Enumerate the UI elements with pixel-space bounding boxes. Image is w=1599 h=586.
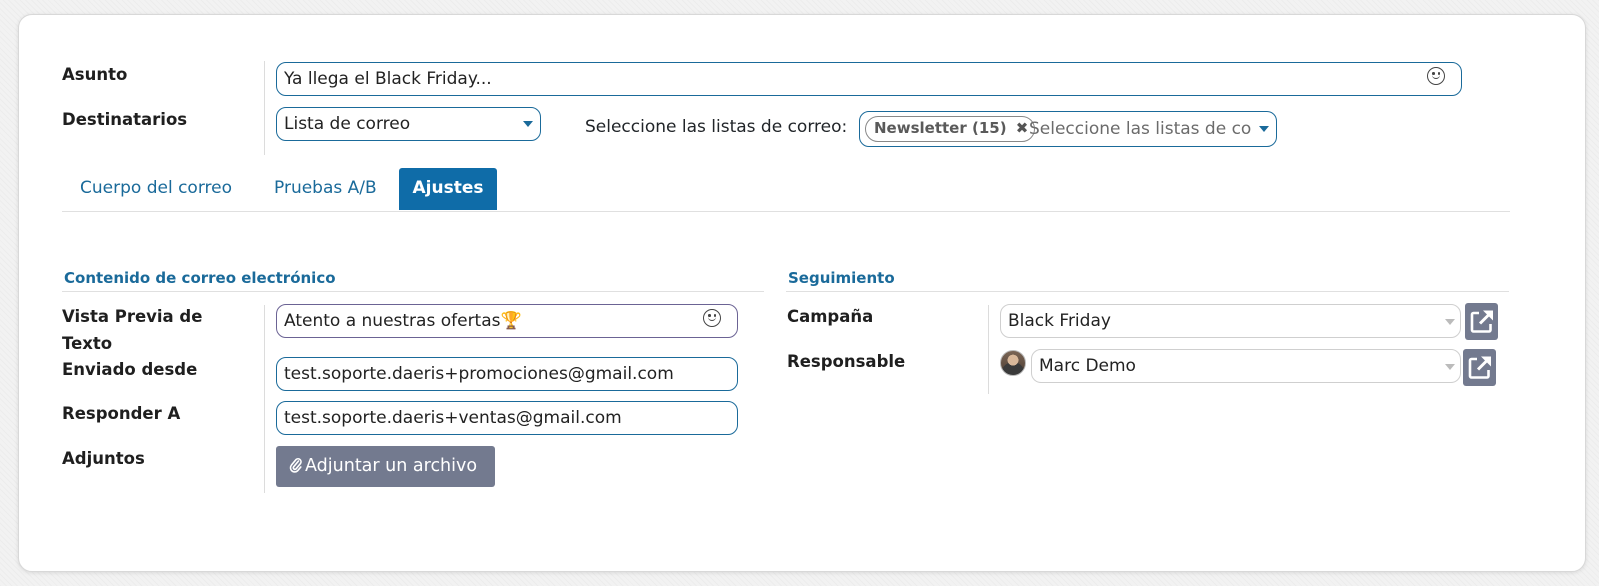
smiley-icon[interactable] bbox=[703, 309, 721, 327]
tab-email-body[interactable]: Cuerpo del correo bbox=[80, 168, 232, 210]
responsible-external-link-button[interactable] bbox=[1463, 349, 1496, 386]
form-sheet: Asunto Destinatarios Ya llega el Black F… bbox=[18, 14, 1586, 572]
tracking-section-title: Seguimiento bbox=[788, 269, 895, 287]
recipients-value: Lista de correo bbox=[284, 114, 411, 134]
attachments-label: Adjuntos bbox=[62, 449, 145, 468]
campaign-label: Campaña bbox=[787, 307, 874, 326]
attach-file-label: Adjuntar un archivo bbox=[305, 456, 478, 476]
subject-label: Asunto bbox=[62, 65, 128, 84]
sent-from-value: test.soporte.daeris+promociones@gmail.co… bbox=[284, 364, 674, 384]
email-content-section-title: Contenido de correo electrónico bbox=[64, 269, 336, 287]
caret-down-icon bbox=[1445, 364, 1455, 370]
header-label-divider bbox=[264, 61, 265, 155]
preview-text-label-line1: Vista Previa de bbox=[62, 307, 203, 326]
mailing-lists-placeholder[interactable]: Seleccione las listas de co bbox=[1029, 113, 1253, 145]
tabs-divider bbox=[62, 211, 1510, 212]
tab-settings[interactable]: Ajustes bbox=[399, 168, 497, 210]
sent-from-input[interactable]: test.soporte.daeris+promociones@gmail.co… bbox=[276, 357, 738, 391]
subject-value: Ya llega el Black Friday... bbox=[284, 69, 492, 89]
tracking-divider bbox=[786, 291, 1509, 292]
paperclip-icon bbox=[289, 446, 305, 486]
mailing-list-tag: Newsletter (15) ✖ bbox=[865, 116, 1036, 142]
reply-to-value: test.soporte.daeris+ventas@gmail.com bbox=[284, 408, 622, 428]
reply-to-input[interactable]: test.soporte.daeris+ventas@gmail.com bbox=[276, 401, 738, 435]
campaign-external-link-button[interactable] bbox=[1465, 303, 1498, 340]
caret-down-icon bbox=[523, 121, 533, 127]
subject-input[interactable]: Ya llega el Black Friday... bbox=[276, 62, 1462, 96]
smiley-icon[interactable] bbox=[1427, 67, 1445, 85]
preview-text-input[interactable]: Atento a nuestras ofertas🏆 bbox=[276, 304, 738, 338]
mailing-lists-select[interactable]: Newsletter (15) ✖ Seleccione las listas … bbox=[859, 111, 1277, 147]
email-content-label-divider bbox=[264, 305, 265, 493]
responsible-label: Responsable bbox=[787, 352, 906, 371]
tracking-label-divider bbox=[988, 305, 989, 394]
caret-down-icon bbox=[1445, 319, 1455, 325]
campaign-value: Black Friday bbox=[1008, 311, 1111, 331]
email-content-divider bbox=[62, 291, 764, 292]
caret-down-icon bbox=[1259, 126, 1269, 132]
preview-text-label-line2: Texto bbox=[62, 334, 113, 353]
recipients-select[interactable]: Lista de correo bbox=[276, 107, 541, 141]
preview-text-label: Vista Previa de Texto bbox=[62, 303, 202, 357]
mailing-list-tag-label: Newsletter (15) bbox=[874, 119, 1007, 137]
mailing-lists-label: Seleccione las listas de correo: bbox=[585, 117, 848, 137]
preview-text-value: Atento a nuestras ofertas🏆 bbox=[284, 311, 522, 331]
responsible-value: Marc Demo bbox=[1039, 356, 1136, 376]
campaign-select[interactable]: Black Friday bbox=[1000, 304, 1461, 338]
close-icon[interactable]: ✖ bbox=[1016, 119, 1029, 137]
tab-ab-testing[interactable]: Pruebas A/B bbox=[274, 168, 377, 210]
sent-from-label: Enviado desde bbox=[62, 360, 198, 379]
avatar bbox=[1000, 350, 1026, 376]
external-link-icon bbox=[1470, 310, 1493, 333]
recipients-label: Destinatarios bbox=[62, 110, 188, 129]
responsible-select[interactable]: Marc Demo bbox=[1031, 349, 1461, 383]
reply-to-label: Responder A bbox=[62, 404, 181, 423]
attach-file-button[interactable]: Adjuntar un archivo bbox=[276, 446, 495, 487]
external-link-icon bbox=[1468, 356, 1491, 379]
